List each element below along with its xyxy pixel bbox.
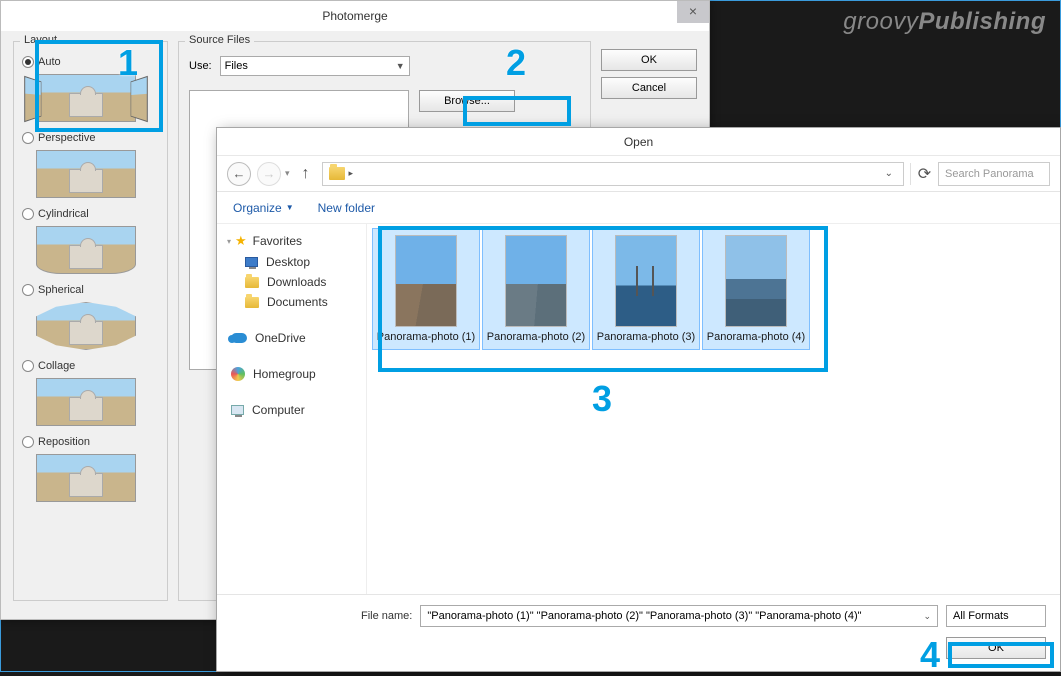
file-tile[interactable]: Panorama-photo (1) (372, 228, 480, 350)
sidebar-item-documents[interactable]: Documents (217, 292, 366, 312)
layout-option-perspective[interactable]: Perspective (22, 132, 95, 144)
refresh-button[interactable]: ⟳ (910, 163, 932, 185)
cancel-button[interactable]: Cancel (601, 77, 697, 99)
source-legend: Source Files (185, 34, 254, 46)
back-button[interactable]: ← (227, 162, 251, 186)
layout-option-auto[interactable]: Auto (22, 56, 61, 68)
open-command-bar: Organize ▼ New folder (217, 192, 1060, 224)
chevron-down-icon: ▾ (227, 237, 231, 246)
layout-option-spherical[interactable]: Spherical (22, 284, 84, 296)
chevron-down-icon: ▼ (396, 61, 405, 71)
radio-icon (22, 360, 34, 372)
open-dialog: Open ← → ▾ ↑ ▸ ⌄ ⟳ Search Panorama Organ… (216, 127, 1061, 672)
photomerge-title: Photomerge (322, 9, 387, 23)
desktop-icon (245, 257, 258, 267)
organize-menu[interactable]: Organize ▼ (233, 201, 294, 215)
layout-thumb-perspective (36, 150, 136, 198)
chevron-down-icon[interactable]: ⌄ (881, 168, 897, 179)
layout-option-reposition[interactable]: Reposition (22, 436, 90, 448)
browse-button[interactable]: Browse... (419, 90, 515, 112)
folder-icon (245, 277, 259, 288)
sidebar-item-desktop[interactable]: Desktop (217, 252, 366, 272)
layout-group: Layout Auto Perspective Cylindrical (13, 41, 168, 601)
photomerge-titlebar: Photomerge × (1, 1, 709, 31)
open-nav-toolbar: ← → ▾ ↑ ▸ ⌄ ⟳ Search Panorama (217, 156, 1060, 192)
chevron-down-icon[interactable]: ⌄ (923, 611, 931, 622)
computer-icon (231, 405, 244, 415)
open-bottom-bar: File name: "Panorama-photo (1)" "Panoram… (217, 594, 1060, 671)
layout-thumb-auto (36, 74, 136, 122)
new-folder-button[interactable]: New folder (318, 201, 375, 215)
folder-icon (329, 167, 345, 180)
layout-thumb-cylindrical (36, 226, 136, 274)
open-ok-button[interactable]: OK (946, 637, 1046, 659)
use-label: Use: (189, 60, 212, 72)
file-name: Panorama-photo (1) (377, 331, 475, 345)
layout-legend: Layout (20, 34, 61, 46)
star-icon: ★ (235, 233, 247, 249)
folder-icon (245, 297, 259, 308)
homegroup-icon (231, 367, 245, 381)
file-tile[interactable]: Panorama-photo (4) (702, 228, 810, 350)
sidebar-favorites-header[interactable]: ▾ ★ Favorites (217, 230, 366, 252)
file-tile[interactable]: Panorama-photo (3) (592, 228, 700, 350)
sidebar-item-downloads[interactable]: Downloads (217, 272, 366, 292)
file-name: Panorama-photo (2) (487, 331, 585, 345)
file-thumbnail (615, 235, 677, 327)
use-select[interactable]: Files ▼ (220, 56, 410, 76)
open-sidebar: ▾ ★ Favorites Desktop Downloads Document… (217, 224, 367, 594)
file-thumbnail (725, 235, 787, 327)
file-name: Panorama-photo (4) (707, 331, 805, 345)
chevron-down-icon[interactable]: ▾ (285, 168, 290, 179)
open-title: Open (624, 135, 653, 149)
file-thumbnail (395, 235, 457, 327)
filename-label: File name: (361, 610, 412, 622)
file-tile[interactable]: Panorama-photo (2) (482, 228, 590, 350)
layout-option-collage[interactable]: Collage (22, 360, 75, 372)
chevron-right-icon: ▸ (349, 168, 354, 179)
format-select[interactable]: All Formats (946, 605, 1046, 627)
search-input[interactable]: Search Panorama (938, 162, 1050, 186)
layout-thumb-spherical (36, 302, 136, 350)
radio-icon (22, 132, 34, 144)
layout-thumb-reposition (36, 454, 136, 502)
file-name: Panorama-photo (3) (597, 331, 695, 345)
radio-icon (22, 284, 34, 296)
open-file-area[interactable]: Panorama-photo (1) Panorama-photo (2) Pa… (367, 224, 1060, 594)
breadcrumb[interactable]: ▸ ⌄ (322, 162, 904, 186)
layout-option-cylindrical[interactable]: Cylindrical (22, 208, 89, 220)
open-titlebar: Open (217, 128, 1060, 156)
filename-input[interactable]: "Panorama-photo (1)" "Panorama-photo (2)… (420, 605, 938, 627)
radio-icon (22, 56, 34, 68)
watermark: groovyPublishing (843, 8, 1046, 36)
close-icon[interactable]: × (677, 1, 709, 23)
sidebar-item-onedrive[interactable]: OneDrive (217, 328, 366, 348)
radio-icon (22, 436, 34, 448)
chevron-down-icon: ▼ (286, 203, 294, 212)
file-thumbnail (505, 235, 567, 327)
up-button[interactable]: ↑ (296, 164, 316, 184)
radio-icon (22, 208, 34, 220)
ok-button[interactable]: OK (601, 49, 697, 71)
sidebar-item-homegroup[interactable]: Homegroup (217, 364, 366, 384)
onedrive-icon (231, 333, 247, 343)
layout-thumb-collage (36, 378, 136, 426)
sidebar-item-computer[interactable]: Computer (217, 400, 366, 420)
forward-button: → (257, 162, 281, 186)
